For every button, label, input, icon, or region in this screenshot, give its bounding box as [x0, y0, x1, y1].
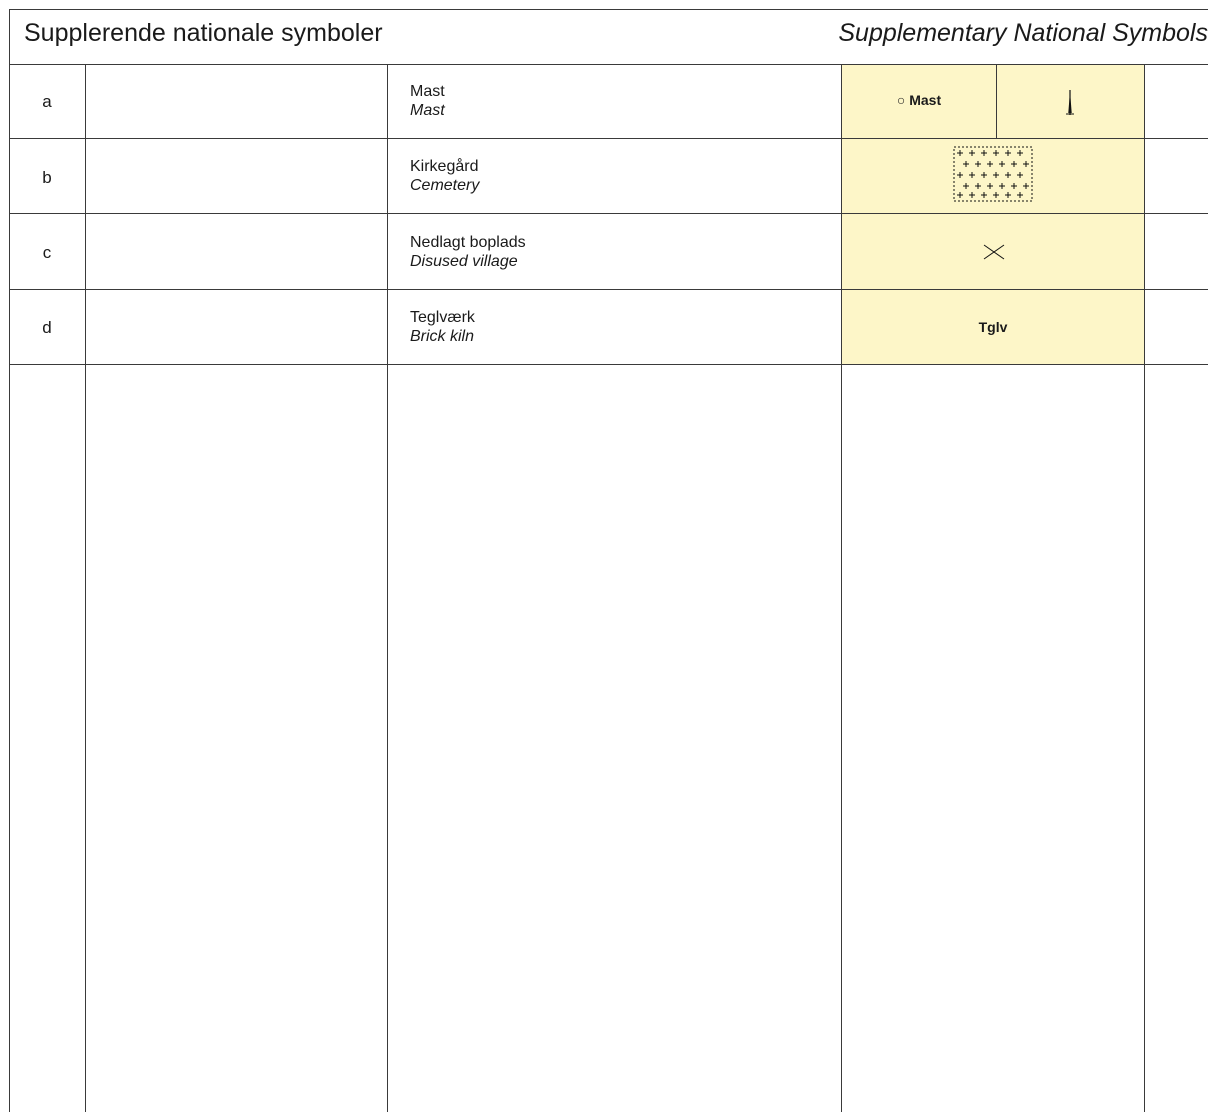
rule-top	[9, 9, 1208, 10]
name-danish: Nedlagt boplads	[410, 234, 526, 251]
name-danish: Kirkegård	[410, 158, 479, 175]
name-english: Disused village	[410, 253, 518, 270]
row-description: Kirkegård Cemetery	[410, 157, 479, 195]
table-row-b: b Kirkegård Cemetery	[0, 139, 1208, 214]
rule-header-bottom	[9, 64, 1208, 65]
rule-col	[387, 64, 388, 1112]
title-danish: Supplerende nationale symboler	[24, 19, 383, 47]
rule-left-border	[9, 9, 10, 1112]
name-english: Mast	[410, 102, 445, 119]
row-letter: d	[42, 318, 52, 337]
row-description: Teglværk Brick kiln	[410, 308, 475, 346]
table-row-d: d Teglværk Brick kiln	[0, 290, 1208, 365]
row-letter: a	[42, 92, 52, 111]
rule-col	[841, 64, 842, 1112]
rule-row	[9, 289, 1208, 290]
rule-col	[1144, 64, 1145, 1112]
table-row-c: c Nedlagt boplads Disused village	[0, 214, 1208, 290]
name-danish: Mast	[410, 83, 445, 100]
rule-row	[9, 213, 1208, 214]
title-english: Supplementary National Symbols	[838, 19, 1208, 47]
rule-row	[9, 364, 1208, 365]
name-english: Cemetery	[410, 177, 480, 194]
row-letter: c	[42, 243, 52, 262]
rule-col	[85, 64, 86, 1112]
symbol-table-page: Supplerende nationale symboler Supplemen…	[0, 0, 1208, 1112]
row-description: Nedlagt boplads Disused village	[410, 233, 526, 271]
name-danish: Teglværk	[410, 309, 475, 326]
row-letter: b	[42, 168, 52, 187]
rule-row	[9, 138, 1208, 139]
name-english: Brick kiln	[410, 328, 475, 345]
table-row-a: a Mast Mast	[0, 65, 1208, 139]
row-description: Mast Mast	[410, 82, 445, 120]
